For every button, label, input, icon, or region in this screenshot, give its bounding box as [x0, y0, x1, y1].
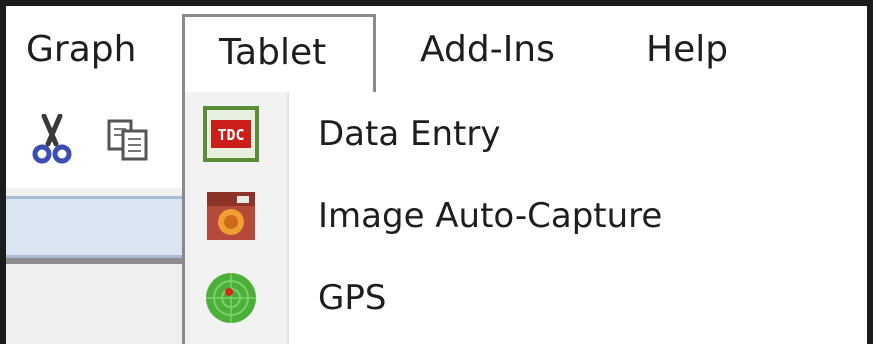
copy-button[interactable] — [98, 110, 158, 170]
window-border-right — [867, 0, 873, 344]
menu-help[interactable]: Help — [646, 6, 728, 94]
menu-item-gps[interactable]: GPS — [185, 260, 867, 336]
copy-icon — [107, 119, 148, 161]
workspace-area — [6, 264, 182, 344]
gps-icon — [206, 273, 256, 323]
menu-item-image-auto-capture[interactable]: Image Auto-Capture — [185, 178, 867, 254]
camera-icon — [207, 192, 255, 240]
app-window: Graph Tablet Add-Ins Help TDC Data Entry… — [0, 0, 873, 344]
menu-add-ins[interactable]: Add-Ins — [420, 6, 555, 94]
selection-strip — [6, 196, 182, 258]
menu-item-data-entry[interactable]: TDC Data Entry — [185, 96, 867, 172]
toolbar — [6, 94, 182, 188]
scissors-icon — [32, 114, 72, 164]
tdc-icon: TDC — [203, 106, 259, 162]
data-entry-label: Data Entry — [318, 114, 501, 154]
menu-bar: Graph Tablet Add-Ins Help — [6, 6, 867, 94]
tablet-dropdown-menu: TDC Data Entry Image Auto-Capture GPS — [182, 92, 867, 344]
svg-text:TDC: TDC — [217, 126, 244, 144]
cut-button[interactable] — [22, 110, 82, 170]
gps-label: GPS — [318, 278, 387, 318]
menu-tablet[interactable]: Tablet — [182, 14, 376, 94]
menu-graph[interactable]: Graph — [26, 6, 136, 94]
image-auto-capture-label: Image Auto-Capture — [318, 196, 663, 236]
